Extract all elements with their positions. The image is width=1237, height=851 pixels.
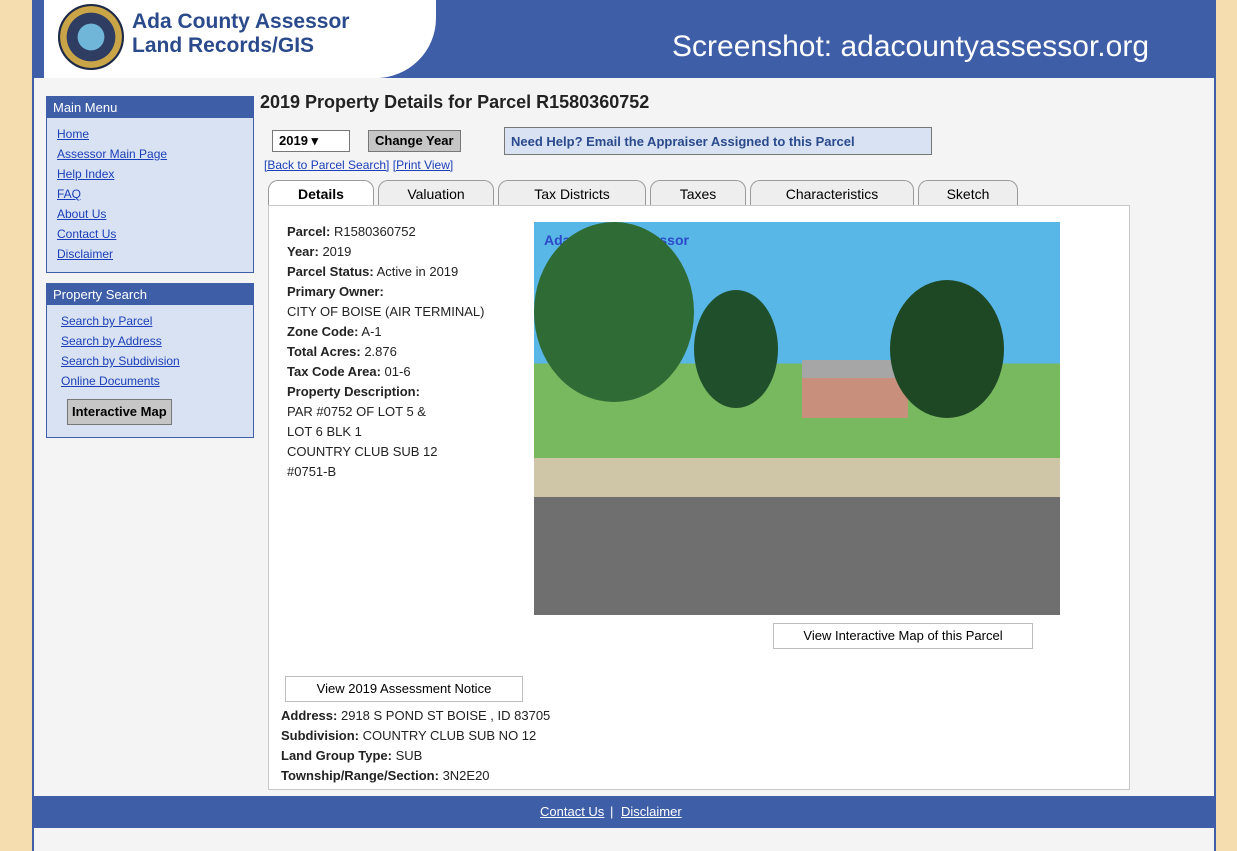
- tree-graphic: [534, 222, 694, 402]
- main-menu-links: Home Assessor Main Page Help Index FAQ A…: [47, 118, 253, 272]
- nav-link-contact-us[interactable]: Contact Us: [57, 224, 243, 244]
- tax-code-row: Tax Code Area: 01-6: [287, 364, 411, 379]
- view-interactive-map-button[interactable]: View Interactive Map of this Parcel: [773, 623, 1033, 649]
- print-view-link[interactable]: [Print View]: [393, 158, 453, 172]
- description-line-2: LOT 6 BLK 1: [287, 424, 362, 439]
- online-documents-link[interactable]: Online Documents: [61, 371, 243, 391]
- nav-link-disclaimer[interactable]: Disclaimer: [57, 244, 243, 264]
- description-line-4: #0751-B: [287, 464, 337, 479]
- interactive-map-button[interactable]: Interactive Map: [67, 399, 172, 425]
- logo-title: Ada County Assessor Land Records/GIS: [132, 10, 349, 58]
- tab-valuation[interactable]: Valuation: [378, 180, 494, 206]
- property-search-links: Search by Parcel Search by Address Searc…: [47, 305, 253, 437]
- page-frame: Ada County Assessor Land Records/GIS Scr…: [32, 0, 1216, 851]
- logo-box: Ada County Assessor Land Records/GIS: [44, 0, 436, 78]
- year-row: Year: 2019: [287, 244, 352, 259]
- main-menu-title: Main Menu: [47, 97, 253, 118]
- tab-details[interactable]: Details: [268, 180, 374, 208]
- seal-icon: [58, 4, 124, 70]
- property-search-title: Property Search: [47, 284, 253, 305]
- left-navigation: Main Menu Home Assessor Main Page Help I…: [46, 96, 254, 448]
- zone-row: Zone Code: A-1: [287, 324, 382, 339]
- description-line-3: COUNTRY CLUB SUB 12: [287, 444, 438, 459]
- change-year-button[interactable]: Change Year: [368, 130, 461, 152]
- nav-link-help-index[interactable]: Help Index: [57, 164, 243, 184]
- search-by-subdivision-link[interactable]: Search by Subdivision: [61, 351, 243, 371]
- search-by-address-link[interactable]: Search by Address: [61, 331, 243, 351]
- footer: Contact Us | Disclaimer: [34, 796, 1214, 828]
- parcel-details: Parcel: R1580360752 Year: 2019 Parcel St…: [287, 222, 484, 482]
- back-to-parcel-search-link[interactable]: [Back to Parcel Search]: [264, 158, 389, 172]
- description-line-1: PAR #0752 OF LOT 5 &: [287, 404, 426, 419]
- screenshot-credit: Screenshot: adacountyassessor.org: [672, 30, 1149, 63]
- page-title: 2019 Property Details for Parcel R158036…: [260, 92, 650, 112]
- year-select[interactable]: 2019 ▾: [272, 130, 350, 152]
- footer-contact-link[interactable]: Contact Us: [540, 804, 604, 819]
- logo-title-line-2: Land Records/GIS: [132, 34, 315, 57]
- land-group-row: Land Group Type: SUB: [281, 748, 423, 763]
- tab-sketch[interactable]: Sketch: [918, 180, 1018, 206]
- email-appraiser-button[interactable]: Need Help? Email the Appraiser Assigned …: [504, 127, 932, 155]
- owner-label: Primary Owner:: [287, 284, 384, 299]
- tree-graphic: [890, 280, 1004, 418]
- nav-link-faq[interactable]: FAQ: [57, 184, 243, 204]
- assessment-notice-button[interactable]: View 2019 Assessment Notice: [285, 676, 523, 702]
- nav-link-about-us[interactable]: About Us: [57, 204, 243, 224]
- tab-characteristics[interactable]: Characteristics: [750, 180, 914, 206]
- logo-title-line-1: Ada County Assessor: [132, 10, 350, 33]
- details-panel: Parcel: R1580360752 Year: 2019 Parcel St…: [268, 205, 1130, 790]
- footer-disclaimer-link[interactable]: Disclaimer: [621, 804, 682, 819]
- chevron-down-icon: ▾: [311, 133, 319, 148]
- property-search-box: Property Search Search by Parcel Search …: [46, 283, 254, 438]
- footer-separator: |: [610, 804, 614, 819]
- owner-value: CITY OF BOISE (AIR TERMINAL): [287, 304, 485, 319]
- search-by-parcel-link[interactable]: Search by Parcel: [61, 311, 243, 331]
- year-select-value: 2019: [279, 133, 308, 148]
- status-row: Parcel Status: Active in 2019: [287, 264, 459, 279]
- nav-link-home[interactable]: Home: [57, 124, 243, 144]
- address-row: Address: 2918 S POND ST BOISE , ID 83705: [281, 708, 551, 723]
- tab-taxes[interactable]: Taxes: [650, 180, 746, 206]
- tab-tax-districts[interactable]: Tax Districts: [498, 180, 646, 206]
- address-details: Address: 2918 S POND ST BOISE , ID 83705…: [281, 706, 550, 786]
- property-photo: Ada County Assessor: [534, 222, 1060, 615]
- parcel-row: Parcel: R1580360752: [287, 224, 416, 239]
- header: Ada County Assessor Land Records/GIS Scr…: [34, 0, 1214, 78]
- description-label: Property Description:: [287, 384, 420, 399]
- trs-row: Township/Range/Section: 3N2E20: [281, 768, 490, 783]
- acres-row: Total Acres: 2.876: [287, 344, 397, 359]
- subdivision-row: Subdivision: COUNTRY CLUB SUB NO 12: [281, 728, 537, 743]
- navigation-links: [Back to Parcel Search] [Print View]: [264, 158, 453, 172]
- nav-link-assessor-main-page[interactable]: Assessor Main Page: [57, 144, 243, 164]
- main-menu-box: Main Menu Home Assessor Main Page Help I…: [46, 96, 254, 273]
- tree-graphic: [694, 290, 778, 408]
